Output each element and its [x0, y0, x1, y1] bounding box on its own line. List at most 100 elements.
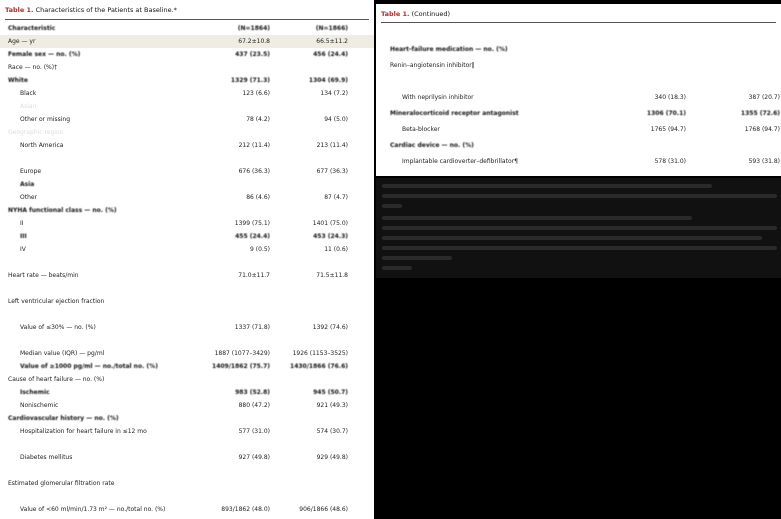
row-label: Cause of heart failure — no. (%): [8, 376, 105, 383]
value-cell: 1926 (1153–3525): [292, 350, 348, 357]
footnote-line: [382, 266, 412, 270]
value-cell: 213 (11.4): [316, 142, 348, 149]
table-row: Female sex — no. (%) 437 (23.5) 456 (24.4): [0, 48, 374, 61]
value-cell: 1329 (71.3): [230, 77, 270, 84]
row-label: Race — no. (%)†: [8, 64, 58, 71]
table-caption: (Continued): [409, 10, 451, 18]
table-row: [0, 308, 374, 321]
row-label: Asian: [20, 103, 37, 110]
value-cell: 67.2±10.8: [238, 38, 270, 45]
value-cell: 921 (49.3): [316, 402, 348, 409]
table-row: Heart rate — beats/min 71.0±11.7 71.5±11.8: [0, 269, 374, 282]
row-label: II: [20, 220, 24, 227]
row-label: Other or missing: [20, 116, 71, 123]
table-row: Cause of heart failure — no. (%): [0, 373, 374, 386]
value-cell: 455 (24.4): [235, 233, 270, 240]
table-1-continued-panel: Table 1. (Continued) Heart-failure medic…: [376, 4, 781, 176]
table-row: [376, 26, 781, 42]
table-row: With neprilysin inhibitor 340 (18.3) 387 (…: [376, 90, 781, 106]
value-cell: 1401 (75.0): [312, 220, 348, 227]
value-cell: 677 (36.3): [316, 168, 348, 175]
value-cell: 9 (0.5): [250, 246, 270, 253]
table-row: White 1329 (71.3) 1304 (69.9): [0, 74, 374, 87]
row-label: Implantable cardioverter–defibrillator¶: [402, 158, 518, 165]
value-cell: 1355 (72.6): [740, 110, 780, 117]
table-row: Other or missing 78 (4.2) 94 (5.0): [0, 113, 374, 126]
table-title: Table 1. Characteristics of the Patients…: [5, 6, 177, 14]
table-row: Diabetes mellitus 927 (49.8) 929 (49.8): [0, 451, 374, 464]
value-cell: 71.5±11.8: [316, 272, 348, 279]
row-label: Nonischemic: [20, 402, 59, 409]
value-cell: 78 (4.2): [246, 116, 270, 123]
table-row: IV 9 (0.5) 11 (0.6): [0, 243, 374, 256]
footnote-line: [382, 204, 402, 208]
footnote-line: [382, 246, 777, 250]
value-cell: 929 (49.8): [316, 454, 348, 461]
row-label: Black: [20, 90, 37, 97]
table-row: Other 86 (4.6) 87 (4.7): [0, 191, 374, 204]
value-cell: 1887 (1077–3429): [214, 350, 270, 357]
row-label: IV: [20, 246, 26, 253]
value-cell: 94 (5.0): [324, 116, 348, 123]
table-label: Table 1.: [5, 6, 34, 14]
value-cell: 11 (0.6): [324, 246, 348, 253]
value-cell: 66.5±11.2: [316, 38, 348, 45]
table-row: Ischemic 983 (52.8) 945 (50.7): [0, 386, 374, 399]
table-row: [0, 334, 374, 347]
value-cell: 340 (18.3): [654, 94, 686, 101]
title-divider: [381, 22, 776, 23]
row-label: Cardiac device — no. (%): [390, 142, 474, 149]
table-row: NYHA functional class — no. (%): [0, 204, 374, 217]
value-cell: 676 (36.3): [238, 168, 270, 175]
row-label: Value of ≥1000 pg/ml — no./total no. (%): [20, 363, 158, 370]
row-label: Estimated glomerular filtration rate: [8, 480, 115, 487]
table-label: Table 1.: [381, 10, 410, 18]
value-cell: 574 (30.7): [316, 428, 348, 435]
row-label: Renin–angiotensin inhibitor‖: [390, 62, 475, 69]
table-row: Age — yr 67.2±10.8 66.5±11.2: [0, 35, 374, 48]
row-label: Female sex — no. (%): [8, 51, 81, 58]
table-row: Median value (IQR) — pg/ml 1887 (1077–342…: [0, 347, 374, 360]
table-row: Race — no. (%)†: [0, 61, 374, 74]
table-row: Left ventricular ejection fraction: [0, 295, 374, 308]
row-label: Median value (IQR) — pg/ml: [20, 350, 105, 357]
table-row: Europe 676 (36.3) 677 (36.3): [0, 165, 374, 178]
table-row: Nonischemic 880 (47.2) 921 (49.3): [0, 399, 374, 412]
value-cell: 134 (7.2): [320, 90, 348, 97]
value-cell: 437 (23.5): [235, 51, 270, 58]
value-cell: 86 (4.6): [246, 194, 270, 201]
value-cell: 1304 (69.9): [308, 77, 348, 84]
table-row: Black 123 (6.6) 134 (7.2): [0, 87, 374, 100]
table-row: [0, 438, 374, 451]
value-cell: 593 (31.8): [748, 158, 780, 165]
value-cell: (N=1866): [315, 25, 348, 32]
table-row: [0, 464, 374, 477]
table-row: Asian: [0, 100, 374, 113]
footnote-line: [382, 184, 712, 188]
value-cell: 1765 (94.7): [650, 126, 686, 133]
value-cell: 577 (31.0): [238, 428, 270, 435]
row-label: NYHA functional class — no. (%): [8, 207, 117, 214]
value-cell: 1306 (70.1): [646, 110, 686, 117]
table-row: Hospitalization for heart failure in ≤12…: [0, 425, 374, 438]
row-label: Other: [20, 194, 38, 201]
value-cell: 880 (47.2): [238, 402, 270, 409]
row-label: North America: [20, 142, 64, 149]
table-row: [0, 152, 374, 165]
table-row: III 455 (24.4) 453 (24.3): [0, 230, 374, 243]
table-row: Cardiac device — no. (%): [376, 138, 781, 154]
value-cell: 387 (20.7): [748, 94, 780, 101]
table-row: Value of ≤30% — no. (%) 1337 (71.8) 1392 (…: [0, 321, 374, 334]
table-row: [376, 74, 781, 90]
footnote-line: [382, 194, 777, 198]
table-row: Beta-blocker 1765 (94.7) 1768 (94.7): [376, 122, 781, 138]
table-row: Value of <60 ml/min/1.73 m² — no./total …: [0, 503, 374, 516]
row-label: Value of ≤30% — no. (%): [20, 324, 96, 331]
title-divider: [5, 19, 369, 20]
row-label: Geographic region: [8, 129, 64, 136]
row-label: Diabetes mellitus: [20, 454, 73, 461]
row-label: III: [20, 233, 27, 240]
table-row: Value of ≥1000 pg/ml — no./total no. (%)…: [0, 360, 374, 373]
value-cell: 1430/1866 (76.6): [290, 363, 348, 370]
footnote-line: [382, 216, 692, 220]
